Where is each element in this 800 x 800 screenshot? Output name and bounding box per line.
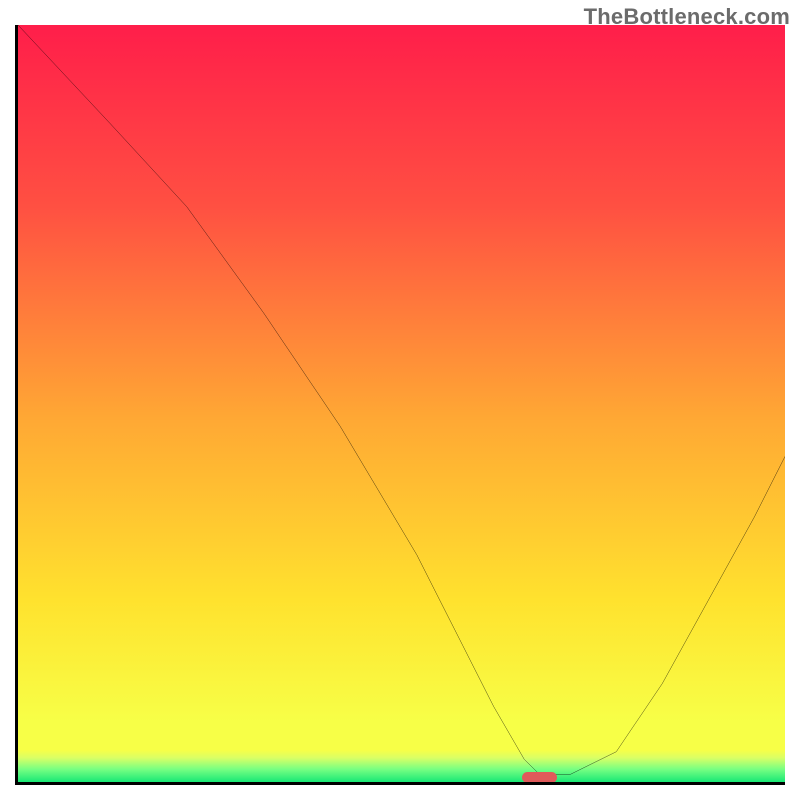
watermark-text: TheBottleneck.com bbox=[584, 4, 790, 30]
bottleneck-curve-layer bbox=[18, 25, 785, 782]
chart-plot-area bbox=[15, 25, 785, 785]
optimal-marker-pill bbox=[522, 772, 557, 783]
bottleneck-curve bbox=[18, 25, 785, 774]
